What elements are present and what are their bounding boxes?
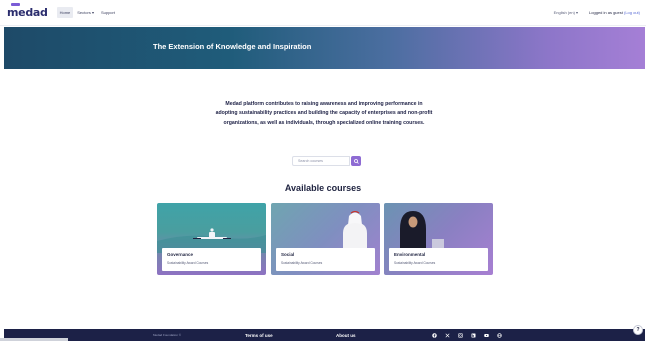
intro-text: Medad platform contributes to raising aw…: [215, 101, 433, 126]
logout-link[interactable]: (Log out): [624, 10, 640, 15]
search-button[interactable]: [351, 156, 361, 166]
language-selector[interactable]: English (en) ▾: [554, 10, 578, 15]
course-card-info: Environmental Sustainability Award Cours…: [389, 248, 488, 271]
footer-copyright: Medad Foundation ©: [153, 333, 182, 337]
course-image: [343, 210, 367, 253]
course-search: [292, 156, 361, 166]
nav-sectors-label: Sectors: [77, 10, 91, 15]
course-name: Governance: [167, 252, 194, 257]
youtube-icon[interactable]: [484, 333, 489, 338]
website-icon[interactable]: [497, 332, 502, 338]
chevron-down-icon: ▾: [90, 10, 94, 15]
help-button[interactable]: ?: [633, 325, 643, 335]
hero-title: The Extension of Knowledge and Inspirati…: [153, 42, 312, 51]
nav-home[interactable]: Home: [56, 7, 74, 18]
terms-link[interactable]: Terms of use: [245, 333, 273, 338]
chevron-down-icon: ▾: [574, 10, 579, 15]
search-input[interactable]: [292, 156, 350, 166]
course-card-governance[interactable]: Governance Sustainability Award Courses: [157, 203, 266, 275]
top-navbar: medad Home Sectors ▾ Support English (en…: [0, 0, 646, 26]
site-footer: Medad Foundation © Terms of use About us: [4, 329, 645, 341]
available-courses-heading: Available courses: [284, 183, 362, 193]
nav-support[interactable]: Support: [98, 7, 118, 18]
course-name: Environmental: [394, 252, 426, 257]
course-category: Sustainability Award Courses: [394, 261, 436, 265]
search-icon: [353, 158, 359, 164]
course-card-social[interactable]: Social Sustainability Award Courses: [271, 203, 380, 275]
about-link[interactable]: About us: [336, 333, 356, 338]
medad-logo[interactable]: medad: [7, 3, 48, 19]
course-card-info: Social Sustainability Award Courses: [276, 248, 375, 271]
course-category: Sustainability Award Courses: [167, 261, 209, 265]
course-image: [400, 211, 444, 253]
course-name: Social: [281, 252, 295, 257]
social-links: [432, 332, 502, 338]
course-card-environmental[interactable]: Environmental Sustainability Award Cours…: [384, 203, 493, 275]
hero-banner: The Extension of Knowledge and Inspirati…: [4, 27, 645, 69]
facebook-icon[interactable]: [432, 332, 437, 338]
course-image: [157, 228, 266, 253]
course-category: Sustainability Award Courses: [281, 261, 323, 265]
nav-right: English (en) ▾ Logged in as guest (Log o…: [554, 10, 640, 15]
language-label: English (en): [553, 10, 575, 15]
login-text: Logged in as guest: [589, 10, 623, 15]
instagram-icon[interactable]: [458, 332, 463, 338]
main-nav: Home Sectors ▾ Support: [56, 7, 118, 18]
login-status: Logged in as guest (Log out): [589, 10, 640, 15]
nav-sectors[interactable]: Sectors ▾: [74, 7, 97, 18]
course-card-info: Governance Sustainability Award Courses: [162, 248, 261, 271]
x-icon[interactable]: [445, 333, 450, 338]
linkedin-icon[interactable]: [471, 333, 476, 338]
